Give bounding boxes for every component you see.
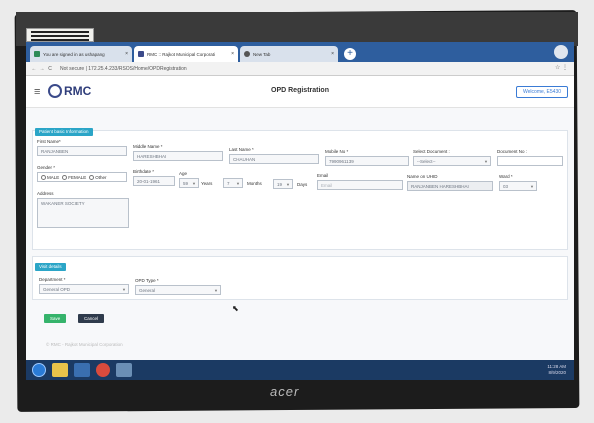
name-on-uhid-field[interactable]: RANJANBEN HARESHBHAI — [407, 181, 493, 191]
tab-title: You are signed in as ushapang — [43, 51, 105, 57]
mouse-cursor: ⬉ — [232, 304, 239, 313]
select-document-label: Select Document : — [413, 149, 450, 154]
select-document-value: --Select-- — [417, 159, 436, 164]
department-label: Department * — [39, 277, 66, 282]
app-header: ≡ RMC OPD Registration Welcome, E5430 — [26, 76, 574, 108]
ward-dropdown[interactable]: 03 ▼ — [499, 181, 537, 191]
email-field[interactable]: Email — [317, 180, 403, 190]
gender-option-label: MALE — [47, 174, 60, 180]
select-document-dropdown[interactable]: --Select-- ▼ — [413, 156, 491, 166]
chevron-down-icon: ▼ — [122, 287, 126, 292]
gender-radio-group: MALE FEMALE Other — [37, 172, 127, 182]
middle-name-label: Middle Name * — [133, 144, 163, 149]
age-years-dropdown[interactable]: 59 ▼ — [179, 178, 199, 188]
barcode-sticker — [26, 28, 94, 42]
patient-info-card: Patient basic Information First Name* RA… — [32, 128, 568, 250]
chevron-down-icon: ▼ — [484, 159, 488, 164]
department-dropdown[interactable]: General OPD ▼ — [39, 284, 129, 294]
close-icon[interactable]: × — [327, 51, 334, 57]
chevron-down-icon: ▼ — [192, 181, 196, 186]
tray-date: 8/9/2020 — [548, 370, 566, 375]
mobile-label: Mobile No * — [325, 149, 349, 154]
tab-favicon — [138, 51, 144, 57]
browser-tab-bar: You are signed in as ushapang × RMC :: R… — [26, 42, 574, 62]
first-name-label: First Name* — [37, 139, 61, 144]
back-icon[interactable]: ← — [30, 66, 38, 72]
chrome-icon[interactable] — [96, 363, 110, 377]
age-years-value: 59 — [183, 181, 189, 186]
document-no-label: Document No : — [497, 149, 528, 154]
file-explorer-icon[interactable] — [52, 363, 68, 377]
address-textarea[interactable]: WAKANER SOCIETY — [37, 198, 129, 228]
birthdate-label: Birthdate * — [133, 169, 155, 174]
mobile-field[interactable]: 7990961139 — [325, 156, 409, 166]
age-months-dropdown[interactable]: 7 ▼ — [223, 178, 243, 188]
browser-tab-2[interactable]: RMC :: Rajkot Municipal Corporati × — [134, 46, 238, 62]
opd-type-label: OPD Type * — [135, 278, 159, 283]
address-bar: ← → C Not secure | 172.25.4.233/RSOS/Hom… — [26, 62, 574, 76]
ward-label: Ward * — [499, 174, 513, 179]
birthdate-field[interactable]: 20-01-1961 — [133, 176, 175, 186]
opd-type-value: General — [139, 288, 156, 293]
first-name-field[interactable]: RANJANBEN — [37, 146, 127, 156]
gender-option-label: Other — [95, 174, 107, 180]
tab-title: New Tab — [253, 51, 271, 57]
browser-tab-1[interactable]: You are signed in as ushapang × — [30, 46, 132, 62]
browser-tab-3[interactable]: New Tab × — [240, 46, 338, 62]
close-icon[interactable]: × — [227, 51, 234, 57]
save-button[interactable]: Save — [44, 314, 67, 323]
gender-radio-female[interactable] — [62, 174, 68, 180]
gender-radio-male[interactable] — [41, 174, 46, 180]
chevron-down-icon: ▼ — [530, 184, 534, 189]
screen: You are signed in as ushapang × RMC :: R… — [26, 42, 574, 380]
months-label: Months — [247, 181, 262, 186]
cancel-button[interactable]: Cancel — [78, 314, 105, 323]
system-tray-clock: 11:28 AM 8/9/2020 — [547, 364, 566, 376]
patient-section-heading: Patient basic Information — [35, 128, 93, 136]
gender-label: Gender * — [37, 165, 56, 170]
url-field[interactable]: Not secure | 172.25.4.233/RSOS/Home/OPDR… — [60, 66, 187, 72]
monitor-brand: acer — [270, 384, 300, 399]
years-label: Years — [201, 181, 213, 186]
app-window-icon[interactable] — [116, 363, 132, 377]
welcome-badge[interactable]: Welcome, E5430 — [516, 86, 568, 98]
reload-icon[interactable]: C — [46, 66, 54, 72]
last-name-field[interactable]: CHAUHAN — [229, 154, 319, 164]
tab-title: RMC :: Rajkot Municipal Corporati — [147, 51, 216, 57]
windows-taskbar: 11:28 AM 8/9/2020 — [26, 360, 574, 380]
forward-icon[interactable]: → — [38, 66, 46, 72]
ward-value: 03 — [503, 184, 509, 189]
page-title: OPD Registration — [271, 87, 329, 94]
department-value: General OPD — [43, 287, 71, 292]
address-label: Address — [37, 191, 54, 196]
age-months-value: 7 — [227, 181, 230, 186]
chevron-down-icon: ▼ — [236, 181, 240, 186]
age-days-dropdown[interactable]: 19 ▼ — [273, 179, 293, 189]
age-label: Age — [179, 171, 188, 176]
monitor-top-edge — [16, 12, 578, 46]
address-bar-icons[interactable]: ☆ ⋮ — [555, 64, 568, 71]
middle-name-field[interactable]: HARESHBHAI — [133, 151, 223, 161]
email-label: Email — [317, 173, 329, 178]
visit-details-card: Visit details Department * General OPD ▼… — [32, 256, 568, 300]
tab-favicon — [34, 51, 40, 57]
start-button[interactable] — [32, 363, 46, 377]
chevron-down-icon: ▼ — [286, 182, 290, 187]
new-tab-button[interactable]: + — [344, 48, 356, 60]
media-player-icon[interactable] — [74, 363, 90, 377]
name-on-uhid-label: Name on UHID — [407, 174, 438, 179]
chevron-down-icon: ▼ — [214, 288, 218, 293]
opd-type-dropdown[interactable]: General ▼ — [135, 285, 221, 295]
gender-option-label: FEMALE — [68, 174, 87, 180]
document-no-field[interactable] — [497, 156, 563, 166]
last-name-label: Last Name * — [229, 147, 254, 152]
visit-section-heading: Visit details — [35, 263, 66, 271]
profile-avatar[interactable] — [554, 45, 568, 59]
close-icon[interactable]: × — [121, 51, 128, 57]
page-footer: © RMC - Rajkot Municipal Corporation — [46, 342, 123, 347]
days-label: Days — [297, 182, 308, 187]
tab-favicon — [244, 51, 250, 57]
gender-radio-other[interactable] — [89, 174, 95, 180]
age-days-value: 19 — [277, 182, 283, 187]
